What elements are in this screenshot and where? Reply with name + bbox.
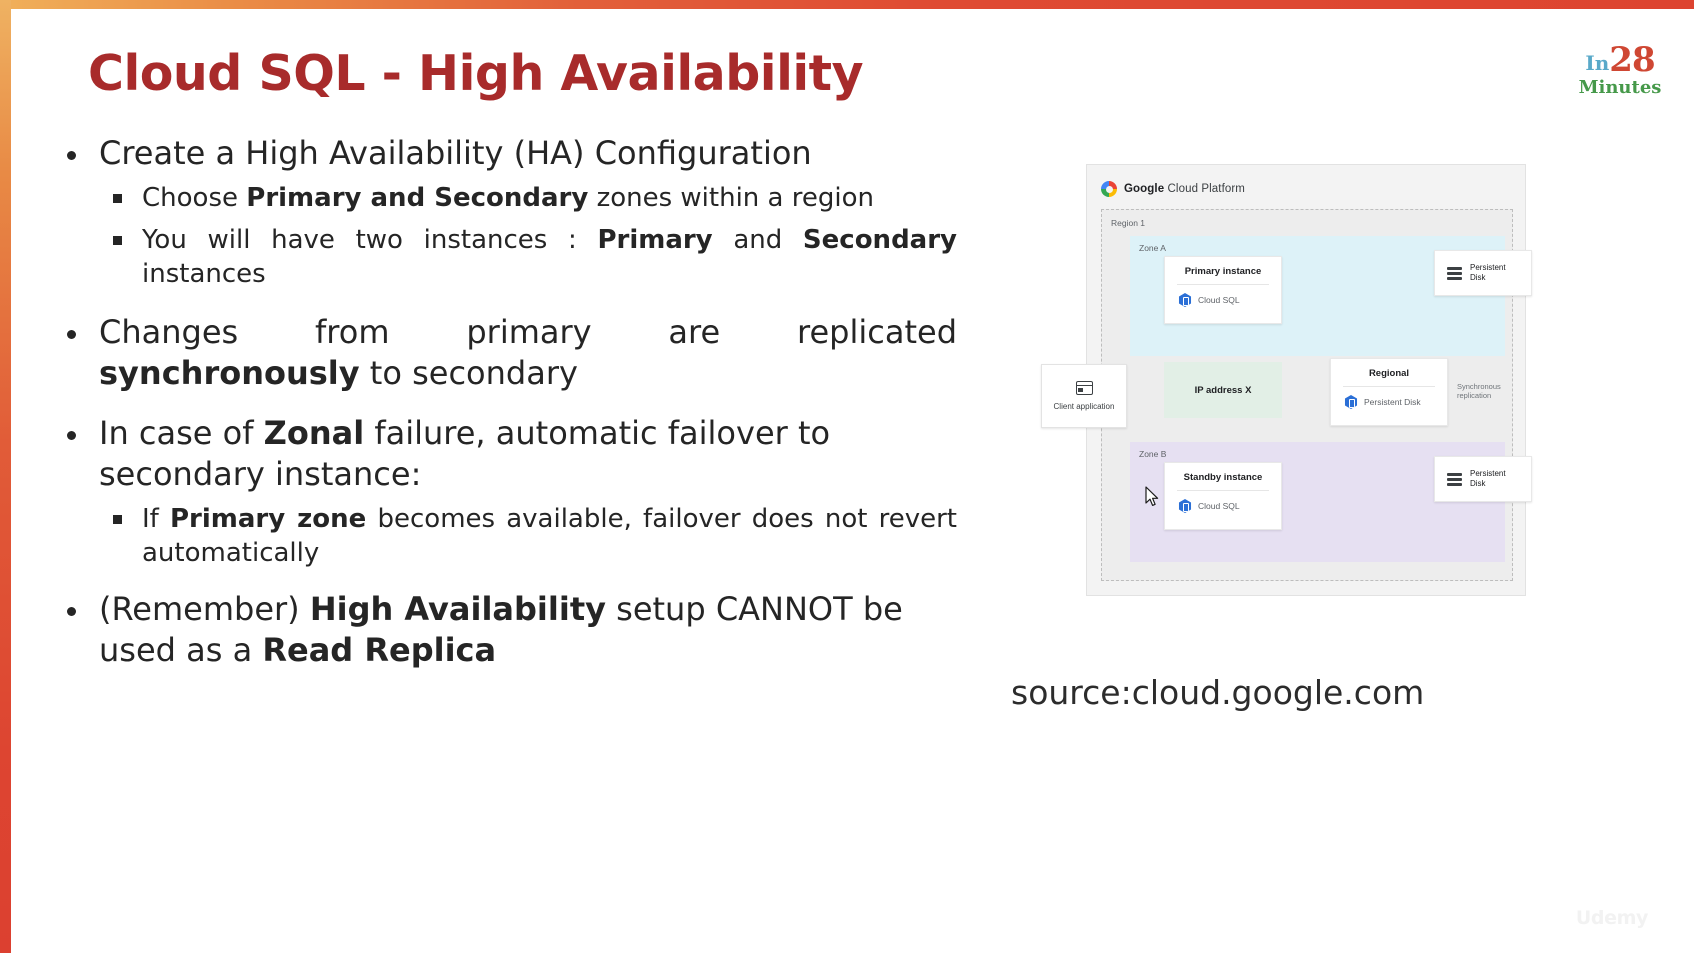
frame-border-left [0, 0, 11, 962]
bullet-text: In case of Zonal failure, automatic fail… [99, 413, 831, 494]
frame-border-bottom [0, 953, 1702, 962]
disk-icon [1447, 266, 1462, 280]
primary-instance-service: Cloud SQL [1165, 285, 1281, 315]
regional-node-service: Persistent Disk [1331, 387, 1447, 417]
frame-border-right [1694, 0, 1702, 962]
bullet-item-3: In case of Zonal failure, automatic fail… [47, 413, 957, 496]
zone-a-label: Zone A [1139, 243, 1166, 253]
slide-canvas: Cloud SQL - High Availability In 28 Minu… [11, 9, 1694, 953]
source-caption: source:cloud.google.com [1011, 673, 1425, 712]
in28minutes-logo: In 28 Minutes [1566, 43, 1674, 97]
page-title: Cloud SQL - High Availability [88, 45, 864, 102]
disk-label-line1: Persistent [1470, 469, 1506, 478]
bullet-text: If Primary zone becomes available, failo… [142, 503, 957, 569]
persistent-disk-standby-node: Persistent Disk [1434, 456, 1532, 502]
udemy-watermark: Udemy [1575, 907, 1649, 929]
bullet-text: Changes from primary are replicated sync… [99, 312, 957, 393]
standby-instance-title: Standby instance [1183, 472, 1263, 483]
bullet-item-1-2: You will have two instances : Primary an… [47, 223, 957, 292]
google-cloud-logo-icon [1101, 181, 1117, 197]
regional-node-title: Regional [1368, 368, 1410, 379]
bullet-text: Choose Primary and Secondary zones withi… [142, 182, 874, 213]
bullet-list: Create a High Availability (HA) Configur… [47, 133, 957, 678]
region-container: Region 1 Zone A Zone B Primary instance [1101, 209, 1532, 581]
cloud-sql-icon [1178, 499, 1192, 513]
gcp-header-prefix: Google [1124, 183, 1165, 195]
gcp-architecture-diagram: Google Cloud Platform Region 1 Zone A Zo… [1041, 164, 1561, 604]
primary-instance-service-label: Cloud SQL [1198, 295, 1240, 305]
primary-instance-title: Primary instance [1184, 266, 1262, 277]
bullet-item-1: Create a High Availability (HA) Configur… [47, 133, 957, 175]
synchronous-replication-label: Synchronous replication [1457, 382, 1501, 400]
ip-address-node: IP address X [1164, 362, 1282, 418]
persistent-disk-primary-node: Persistent Disk [1434, 250, 1532, 296]
frame-border-top [0, 0, 1702, 9]
primary-instance-node: Primary instance Cloud SQL [1164, 256, 1282, 324]
regional-disk-node: Regional Persistent Disk [1330, 358, 1448, 426]
sublist-1: Choose Primary and Secondary zones withi… [47, 181, 957, 292]
persistent-disk-standby-label: Persistent Disk [1470, 469, 1506, 489]
standby-instance-service: Cloud SQL [1165, 491, 1281, 521]
bullet-item-4: (Remember) High Availability setup CANNO… [47, 589, 957, 672]
persistent-disk-primary-label: Persistent Disk [1470, 263, 1506, 283]
gcp-header-suffix: Cloud Platform [1164, 183, 1245, 195]
mouse-cursor [1145, 486, 1159, 506]
diagram-card: Google Cloud Platform Region 1 Zone A Zo… [1086, 164, 1532, 596]
logo-number-text: 28 [1609, 40, 1655, 80]
client-application-node: Client application [1041, 364, 1127, 428]
disk-label-line2: Disk [1470, 273, 1486, 282]
logo-top-row: In 28 [1566, 43, 1674, 77]
disk-label-line1: Persistent [1470, 263, 1506, 272]
bullet-item-3-1: If Primary zone becomes available, failo… [47, 502, 957, 571]
zone-b-label: Zone B [1139, 449, 1167, 459]
region-label: Region 1 [1111, 218, 1146, 228]
sublist-3: If Primary zone becomes available, failo… [47, 502, 957, 571]
gcp-platform-header: Google Cloud Platform [1101, 181, 1245, 197]
bullet-text: You will have two instances : Primary an… [142, 224, 957, 290]
standby-instance-node: Standby instance Cloud SQL [1164, 462, 1282, 530]
cloud-sql-icon [1178, 293, 1192, 307]
ip-address-label: IP address X [1194, 384, 1252, 396]
disk-icon [1447, 472, 1462, 486]
slide-root: Cloud SQL - High Availability In 28 Minu… [0, 0, 1702, 962]
bullet-text: Create a High Availability (HA) Configur… [99, 134, 812, 172]
logo-in-text: In [1585, 51, 1610, 75]
persistent-disk-icon [1344, 395, 1358, 409]
application-window-icon [1075, 381, 1093, 395]
client-application-label: Client application [1053, 402, 1115, 411]
logo-minutes-text: Minutes [1578, 77, 1662, 98]
standby-instance-service-label: Cloud SQL [1198, 501, 1240, 511]
regional-node-service-label: Persistent Disk [1364, 397, 1421, 407]
bullet-item-2: Changes from primary are replicated sync… [47, 312, 957, 395]
gcp-header-label: Google Cloud Platform [1124, 183, 1245, 195]
bullet-item-1-1: Choose Primary and Secondary zones withi… [47, 181, 957, 215]
disk-label-line2: Disk [1470, 479, 1486, 488]
bullet-text: (Remember) High Availability setup CANNO… [99, 589, 903, 670]
